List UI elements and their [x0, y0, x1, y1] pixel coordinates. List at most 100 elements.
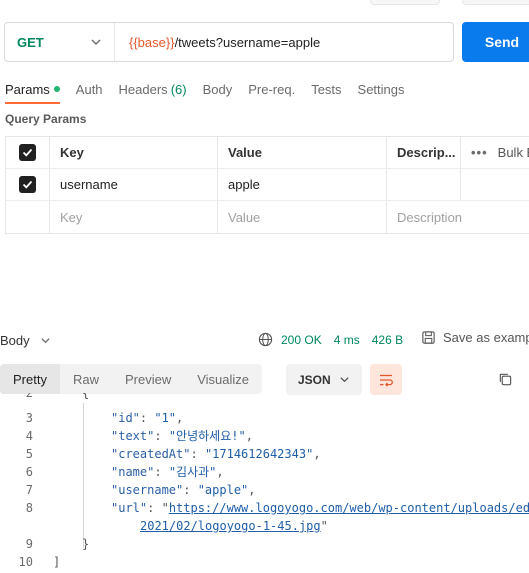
json-key: "url"	[111, 501, 148, 515]
copy-icon	[499, 373, 512, 386]
select-all-checkbox[interactable]	[19, 144, 36, 161]
json-value: "김사과"	[168, 465, 217, 479]
query-params-table: Key Value Descrip... ••• Bulk E username…	[5, 136, 529, 234]
value-placeholder[interactable]: Value	[218, 201, 387, 233]
tab-settings-label: Settings	[357, 81, 405, 97]
row-checkbox-cell	[5, 169, 50, 200]
code-open-brace: {	[82, 393, 90, 400]
tab-headers[interactable]: Headers (6)	[119, 78, 187, 100]
save-as-example-label: Save as examp	[443, 330, 529, 345]
tab-params[interactable]: Params	[5, 78, 60, 104]
column-header-key: Key	[50, 137, 218, 168]
wrap-lines-icon	[380, 374, 393, 387]
code-close-bracket: ]	[53, 555, 61, 569]
tab-prereq[interactable]: Pre-req.	[248, 78, 295, 100]
json-value: "안녕하세요!"	[168, 429, 246, 443]
key-placeholder[interactable]: Key	[50, 201, 218, 233]
row-checkbox[interactable]	[19, 176, 36, 193]
code-id-line: "id": "1",	[111, 411, 184, 425]
tab-pretty[interactable]: Pretty	[0, 364, 60, 394]
response-body-label: Body	[0, 332, 30, 348]
tab-auth[interactable]: Auth	[76, 78, 103, 100]
tab-body[interactable]: Body	[203, 78, 233, 100]
param-description-cell[interactable]	[387, 169, 461, 200]
code-username-line: "username": "apple",	[111, 483, 256, 497]
json-key: "username"	[111, 483, 184, 497]
code-line: 5	[0, 445, 33, 463]
method-select[interactable]: GET	[5, 23, 115, 61]
json-key: "text"	[111, 429, 155, 443]
tab-raw[interactable]: Raw	[60, 364, 112, 394]
line-number: 7	[25, 483, 33, 497]
check-icon	[22, 148, 33, 157]
url-input[interactable]: {{base}}/tweets?username=apple	[115, 35, 320, 50]
response-time[interactable]: 4 ms	[334, 333, 360, 347]
url-link[interactable]: https://www.logoyogo.com/web/wp-content/…	[169, 501, 529, 515]
check-icon	[22, 180, 33, 189]
code-line: 3	[0, 409, 33, 427]
top-control-stub	[370, 0, 440, 5]
param-key-cell[interactable]: username	[50, 169, 218, 200]
tab-prereq-label: Pre-req.	[248, 81, 296, 97]
bulk-edit-cell: ••• Bulk E	[461, 137, 529, 168]
top-control-stub	[462, 0, 529, 5]
line-number: 5	[25, 447, 33, 461]
code-text-line: "text": "안녕하세요!",	[111, 429, 253, 443]
json-key: "createdAt"	[111, 447, 191, 461]
code-line: 8	[0, 499, 33, 517]
format-select[interactable]: JSON	[286, 364, 362, 395]
json-key: "id"	[111, 411, 140, 425]
tab-tests-label: Tests	[311, 81, 342, 97]
code-name-line: "name": "김사과",	[111, 465, 224, 479]
url-link-continued[interactable]: 2021/02/logoyogo-1-45.jpg	[140, 519, 321, 533]
code-line: 10	[0, 553, 33, 571]
code-line: 7	[0, 481, 33, 499]
json-value: "1"	[154, 411, 177, 425]
table-row-empty: Key Value Description	[5, 201, 529, 233]
param-value-cell[interactable]: apple	[218, 169, 387, 200]
bulk-edit-link[interactable]: Bulk E	[498, 145, 529, 160]
tab-headers-label: Headers	[118, 81, 168, 97]
tab-settings[interactable]: Settings	[358, 78, 405, 100]
code-line: 6	[0, 463, 33, 481]
response-body-dropdown[interactable]: Body	[0, 333, 51, 348]
chevron-down-icon	[91, 39, 101, 45]
line-number: 6	[25, 465, 33, 479]
chevron-down-icon	[41, 337, 50, 343]
code-created-line: "createdAt": "1714612642343",	[111, 447, 321, 461]
save-icon	[422, 331, 435, 344]
response-status: 200 OK 4 ms 426 B	[258, 332, 403, 347]
code-close-brace: }	[82, 537, 90, 551]
column-header-value: Value	[218, 137, 387, 168]
tab-preview[interactable]: Preview	[112, 364, 184, 394]
status-code[interactable]: 200 OK	[281, 333, 322, 347]
json-value: "1714612642343"	[204, 447, 314, 461]
globe-icon[interactable]	[258, 332, 273, 347]
table-header-row: Key Value Descrip... ••• Bulk E	[5, 137, 529, 169]
active-dot-icon	[53, 86, 60, 92]
headers-count: (6)	[170, 81, 187, 97]
code-line: 4	[0, 427, 33, 445]
copy-button[interactable]	[498, 372, 513, 390]
description-placeholder[interactable]: Description	[387, 201, 529, 233]
more-options-icon[interactable]: •••	[471, 145, 488, 160]
response-view-tabs: Pretty Raw Preview Visualize	[0, 364, 263, 394]
wrap-lines-button[interactable]	[370, 364, 402, 395]
line-number: 4	[25, 429, 33, 443]
save-as-example-button[interactable]: Save as examp	[421, 330, 529, 345]
tab-tests[interactable]: Tests	[311, 78, 341, 100]
line-number: 3	[25, 411, 33, 425]
query-params-title: Query Params	[5, 112, 87, 126]
line-number: 2	[25, 393, 33, 400]
line-number: 9	[25, 537, 33, 551]
request-url-bar: GET {{base}}/tweets?username=apple	[4, 22, 454, 62]
table-row: username apple	[5, 169, 529, 201]
code-line: 9	[0, 535, 33, 553]
empty-checkbox-cell	[5, 201, 50, 233]
json-value: "apple"	[197, 483, 249, 497]
send-button[interactable]: Send	[462, 22, 529, 62]
tab-visualize[interactable]: Visualize	[184, 364, 262, 394]
tab-auth-label: Auth	[75, 81, 103, 97]
response-size[interactable]: 426 B	[372, 333, 403, 347]
response-body-code[interactable]: 2 { 3 "id": "1", 4 "text": "안녕하세요!", 5 "…	[0, 393, 529, 573]
